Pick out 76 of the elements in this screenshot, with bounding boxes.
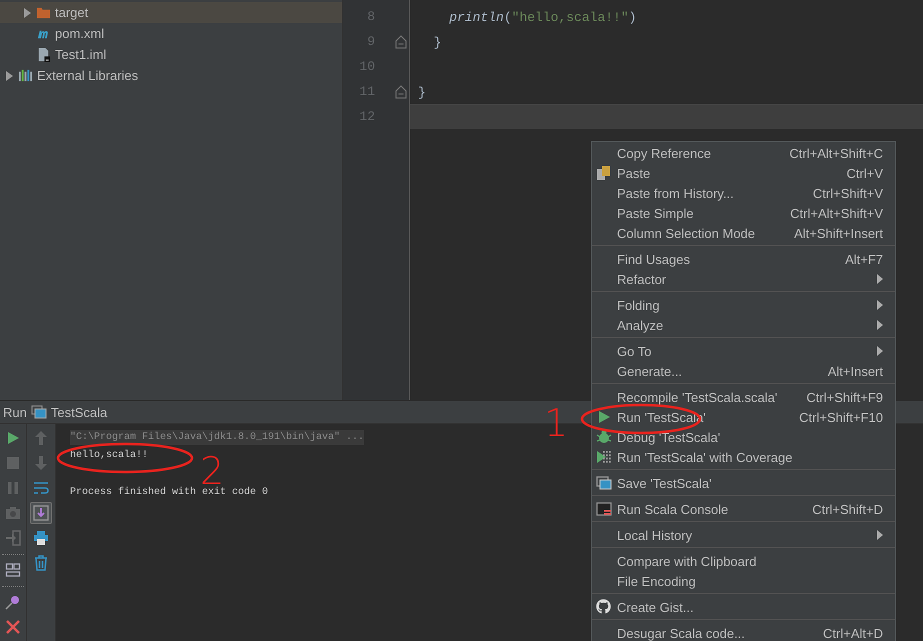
tree-label: External Libraries xyxy=(37,68,138,83)
shortcut-text: Ctrl+Alt+Shift+V xyxy=(790,206,883,220)
shortcut-text: Alt+Shift+Insert xyxy=(794,226,883,240)
shortcut-text: Ctrl+Shift+D xyxy=(812,502,883,516)
menu-item[interactable]: Column Selection Mode Alt+Shift+Insert xyxy=(592,223,895,243)
menu-item[interactable]: Recompile 'TestScala.scala' Ctrl+Shift+F9 xyxy=(592,387,895,407)
menu-item[interactable]: Copy Reference Ctrl+Alt+Shift+C xyxy=(592,143,895,163)
pin-icon xyxy=(5,594,21,610)
folder-icon xyxy=(36,5,51,20)
down-arrow-icon xyxy=(33,455,49,471)
menu-item[interactable]: Desugar Scala code... Ctrl+Alt+D xyxy=(592,623,895,641)
shortcut-text: Ctrl+Alt+Shift+C xyxy=(789,146,883,160)
clipboard-icon xyxy=(596,165,612,181)
console-icon xyxy=(596,501,612,517)
fold-marker-icon[interactable] xyxy=(395,84,407,98)
exit-icon xyxy=(5,530,21,546)
tree-label: target xyxy=(55,5,88,20)
up-arrow-icon xyxy=(33,430,49,446)
menu-item[interactable]: Folding xyxy=(592,295,895,315)
menu-item[interactable]: Paste Simple Ctrl+Alt+Shift+V xyxy=(592,203,895,223)
menu-item[interactable]: Compare with Clipboard xyxy=(592,551,895,571)
fold-marker-icon[interactable] xyxy=(395,34,407,48)
tree-row[interactable]: target xyxy=(0,2,342,23)
scroll-to-end-icon xyxy=(33,505,49,521)
menu-item[interactable]: Paste from History... Ctrl+Shift+V xyxy=(592,183,895,203)
menu-item[interactable]: Debug 'TestScala' xyxy=(592,427,895,447)
libraries-icon xyxy=(18,68,33,83)
shortcut-text: Ctrl+Shift+F10 xyxy=(799,410,883,424)
file-icon xyxy=(36,47,51,62)
code-line: println("hello,scala!!") xyxy=(448,10,636,24)
play-icon xyxy=(5,430,21,446)
github-icon xyxy=(596,599,611,614)
menu-item[interactable]: Run 'TestScala' with Coverage xyxy=(592,447,895,467)
tree-row[interactable]: External Libraries xyxy=(0,65,342,86)
collapsed-arrow-icon[interactable] xyxy=(22,8,32,18)
code-line: } xyxy=(418,84,426,100)
shortcut-text: Ctrl+Alt+D xyxy=(823,626,883,640)
layout-icon xyxy=(5,562,21,578)
menu-item[interactable]: Go To xyxy=(592,341,895,361)
tree-row[interactable]: pom.xml xyxy=(0,23,342,44)
printer-icon xyxy=(33,530,49,546)
menu-item[interactable]: Paste Ctrl+V xyxy=(592,163,895,183)
shortcut-text: Ctrl+V xyxy=(846,166,883,180)
menu-item[interactable]: Generate... Alt+Insert xyxy=(592,361,895,381)
shortcut-text: Alt+Insert xyxy=(828,364,883,378)
menu-item[interactable]: Analyze xyxy=(592,315,895,335)
bug-icon xyxy=(596,429,612,445)
collapsed-arrow-icon[interactable] xyxy=(4,70,14,80)
shortcut-text: Alt+F7 xyxy=(845,252,883,266)
close-icon xyxy=(5,619,21,635)
menu-item[interactable]: Save 'TestScala' xyxy=(592,473,895,493)
annotation-number: 1 xyxy=(544,404,568,442)
tree-row[interactable]: Test1.iml xyxy=(0,44,342,65)
camera-icon xyxy=(5,505,21,521)
tree-label: pom.xml xyxy=(55,26,104,41)
code-line: } xyxy=(432,34,442,50)
menu-item[interactable]: Refactor xyxy=(592,269,895,289)
run-panel-title: Run xyxy=(3,404,27,420)
coverage-icon xyxy=(596,449,612,465)
console-text: hello,scala!! xyxy=(70,448,148,464)
menu-item[interactable]: Find Usages Alt+F7 xyxy=(592,249,895,269)
menu-item[interactable]: Create Gist... xyxy=(592,597,895,617)
pause-icon xyxy=(5,480,21,496)
tree-label: Test1.iml xyxy=(55,47,106,62)
run-config-tab[interactable]: TestScala xyxy=(50,404,108,420)
window-icon xyxy=(596,475,612,491)
trash-icon xyxy=(33,555,49,571)
menu-item[interactable]: File Encoding xyxy=(592,571,895,591)
menu-item[interactable]: Local History xyxy=(592,525,895,545)
shortcut-text: Ctrl+Shift+F9 xyxy=(806,390,883,404)
shortcut-text: Ctrl+Shift+V xyxy=(812,186,883,200)
menu-item[interactable]: Run Scala Console Ctrl+Shift+D xyxy=(592,499,895,519)
stop-icon xyxy=(5,455,21,471)
window-icon xyxy=(30,405,47,419)
soft-wrap-icon xyxy=(33,480,49,496)
console-command: "C:\Program Files\Java\jdk1.8.0_191\bin\java" ... xyxy=(70,430,364,445)
